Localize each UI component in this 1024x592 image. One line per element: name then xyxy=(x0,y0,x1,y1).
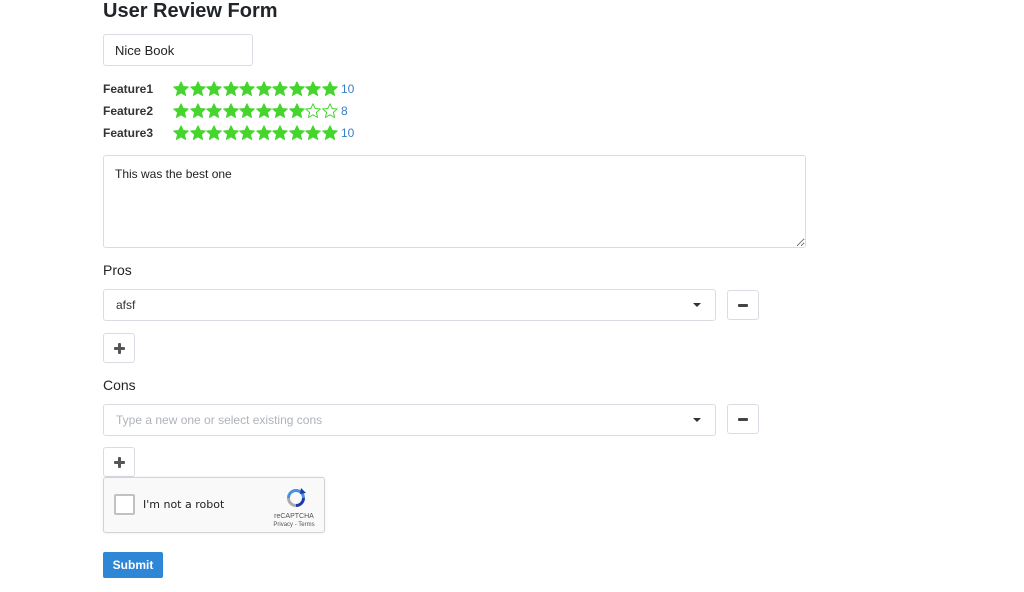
captcha-label: I'm not a robot xyxy=(143,498,225,511)
star-icon[interactable] xyxy=(255,125,272,141)
rating-value: 10 xyxy=(341,82,355,96)
remove-con-button[interactable] xyxy=(727,404,759,434)
star-icon[interactable] xyxy=(288,81,305,97)
star-icon[interactable] xyxy=(255,103,272,119)
add-con-button[interactable] xyxy=(103,447,135,477)
rating-value: 10 xyxy=(341,126,355,140)
star-icon[interactable] xyxy=(206,125,222,141)
star-icon[interactable] xyxy=(272,103,288,119)
star-icon[interactable] xyxy=(321,103,338,119)
plus-icon xyxy=(113,456,125,468)
recaptcha-widget: I'm not a robot reCAPTCHA Privacy - Term… xyxy=(103,477,325,533)
rating-label: Feature1 xyxy=(103,82,154,96)
star-icon[interactable] xyxy=(173,125,189,141)
star-icon[interactable] xyxy=(222,81,239,97)
page-title: User Review Form xyxy=(103,0,278,22)
star-icon[interactable] xyxy=(173,103,189,119)
pros-heading: Pros xyxy=(103,262,132,278)
rating-row-feature1: Feature1 10 xyxy=(103,80,354,98)
cons-placeholder: Type a new one or select existing cons xyxy=(116,413,323,427)
star-icon[interactable] xyxy=(305,103,321,119)
recaptcha-logo-icon xyxy=(287,488,306,507)
rating-label: Feature3 xyxy=(103,126,154,140)
captcha-privacy-link[interactable]: Privacy xyxy=(273,522,293,528)
star-icon[interactable] xyxy=(206,103,222,119)
star-icon[interactable] xyxy=(255,81,272,97)
star-icon[interactable] xyxy=(189,125,206,141)
star-icon[interactable] xyxy=(206,81,222,97)
submit-button[interactable]: Submit xyxy=(103,552,163,578)
captcha-brand: reCAPTCHA xyxy=(274,513,314,520)
minus-icon xyxy=(738,417,748,421)
rating-row-feature3: Feature3 10 xyxy=(103,124,354,142)
rating-value: 8 xyxy=(341,104,348,118)
review-text-area[interactable] xyxy=(103,155,806,248)
remove-pro-button[interactable] xyxy=(727,290,759,320)
review-title-input[interactable] xyxy=(103,34,253,66)
minus-icon xyxy=(738,303,748,307)
star-icon[interactable] xyxy=(239,125,255,141)
star-rating[interactable] xyxy=(173,125,338,141)
star-icon[interactable] xyxy=(189,103,206,119)
star-icon[interactable] xyxy=(321,125,338,141)
chevron-down-icon xyxy=(693,418,701,422)
rating-label: Feature2 xyxy=(103,104,154,118)
cons-select[interactable]: Type a new one or select existing cons xyxy=(103,404,716,436)
pros-select[interactable]: afsf xyxy=(103,289,716,321)
chevron-down-icon xyxy=(693,303,701,307)
star-icon[interactable] xyxy=(305,125,321,141)
star-icon[interactable] xyxy=(239,103,255,119)
captcha-checkbox[interactable] xyxy=(114,494,135,515)
captcha-terms-link[interactable]: Terms xyxy=(298,522,314,528)
star-icon[interactable] xyxy=(321,81,338,97)
rating-row-feature2: Feature2 8 xyxy=(103,102,348,120)
star-rating[interactable] xyxy=(173,103,338,119)
add-pro-button[interactable] xyxy=(103,333,135,363)
star-icon[interactable] xyxy=(222,103,239,119)
star-icon[interactable] xyxy=(288,103,305,119)
star-icon[interactable] xyxy=(222,125,239,141)
star-icon[interactable] xyxy=(272,81,288,97)
star-rating[interactable] xyxy=(173,81,338,97)
captcha-links: Privacy - Terms xyxy=(264,522,324,528)
star-icon[interactable] xyxy=(239,81,255,97)
star-icon[interactable] xyxy=(288,125,305,141)
star-icon[interactable] xyxy=(173,81,189,97)
cons-heading: Cons xyxy=(103,377,136,393)
star-icon[interactable] xyxy=(272,125,288,141)
plus-icon xyxy=(113,342,125,354)
star-icon[interactable] xyxy=(189,81,206,97)
pros-selected-value: afsf xyxy=(116,298,136,312)
star-icon[interactable] xyxy=(305,81,321,97)
